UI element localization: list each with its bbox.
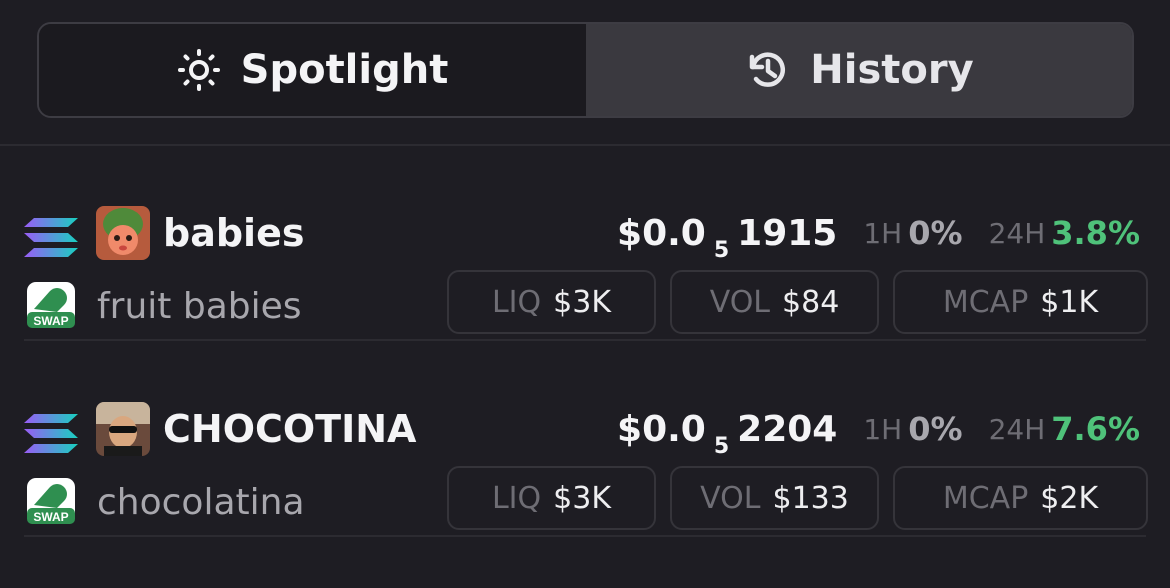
change-1h-label: 1H bbox=[863, 216, 903, 250]
swap-icon-label: SWAP bbox=[33, 510, 68, 524]
token-name: fruit babies bbox=[97, 286, 302, 327]
stat-market-cap-value: $1K bbox=[1040, 284, 1099, 320]
stat-liquidity-value: $3K bbox=[553, 284, 612, 320]
stat-liquidity-value: $3K bbox=[553, 480, 612, 516]
swap-icon: SWAP bbox=[24, 475, 78, 527]
solana-icon bbox=[24, 412, 78, 456]
price-zero-count: 5 bbox=[713, 433, 730, 459]
stat-liquidity: LIQ $3K bbox=[447, 466, 656, 530]
token-avatar bbox=[96, 206, 150, 260]
tab-bar: Spotlight History bbox=[37, 22, 1134, 118]
tab-history-label: History bbox=[810, 47, 974, 93]
price-line: $0.0 5 1915 1H 0% 24H 3.8% bbox=[617, 206, 1140, 263]
stat-market-cap: MCAP $2K bbox=[893, 466, 1148, 530]
change-24h-value: 3.8% bbox=[1051, 214, 1140, 252]
token-avatar bbox=[96, 402, 150, 456]
stat-volume-label: VOL bbox=[709, 284, 771, 320]
token-price: $0.0 5 2204 bbox=[617, 408, 838, 459]
row-divider bbox=[24, 339, 1146, 341]
change-1h-value: 0% bbox=[908, 410, 963, 448]
change-1h-value: 0% bbox=[908, 214, 963, 252]
swap-icon-label: SWAP bbox=[33, 314, 68, 328]
stat-volume-value: $133 bbox=[772, 480, 849, 516]
stat-liquidity-label: LIQ bbox=[491, 480, 542, 516]
change-1h-label: 1H bbox=[863, 412, 903, 446]
tab-spotlight[interactable]: Spotlight bbox=[39, 24, 586, 116]
token-price: $0.0 5 1915 bbox=[617, 212, 838, 263]
change-24h-label: 24H bbox=[988, 412, 1046, 446]
stat-volume-label: VOL bbox=[700, 480, 761, 516]
stat-market-cap-label: MCAP bbox=[942, 284, 1029, 320]
history-icon bbox=[744, 47, 790, 93]
token-row[interactable]: babies SWAP fruit babies $0.0 5 1915 1H … bbox=[0, 146, 1170, 341]
token-symbol: CHOCOTINA bbox=[163, 407, 417, 451]
stat-market-cap-value: $2K bbox=[1040, 480, 1099, 516]
solana-icon bbox=[24, 216, 78, 260]
price-line: $0.0 5 2204 1H 0% 24H 7.6% bbox=[617, 402, 1140, 459]
token-stats: LIQ $3K VOL $133 MCAP $2K bbox=[447, 466, 1148, 530]
stat-liquidity-label: LIQ bbox=[491, 284, 542, 320]
stat-market-cap: MCAP $1K bbox=[893, 270, 1148, 334]
tab-history[interactable]: History bbox=[586, 24, 1132, 116]
tab-bar-container: Spotlight History bbox=[0, 0, 1170, 146]
token-stats: LIQ $3K VOL $84 MCAP $1K bbox=[447, 270, 1148, 334]
price-prefix: $0.0 bbox=[617, 212, 706, 254]
token-name: chocolatina bbox=[97, 482, 305, 523]
stat-volume: VOL $84 bbox=[670, 270, 879, 334]
swap-icon: SWAP bbox=[24, 279, 78, 331]
stat-volume-value: $84 bbox=[782, 284, 840, 320]
price-zero-count: 5 bbox=[713, 237, 730, 263]
price-digits: 1915 bbox=[737, 212, 838, 254]
stat-liquidity: LIQ $3K bbox=[447, 270, 656, 334]
sun-icon bbox=[177, 48, 221, 92]
tab-spotlight-label: Spotlight bbox=[240, 47, 449, 93]
price-prefix: $0.0 bbox=[617, 408, 706, 450]
token-symbol: babies bbox=[163, 211, 305, 255]
stat-market-cap-label: MCAP bbox=[942, 480, 1029, 516]
token-row[interactable]: CHOCOTINA SWAP chocolatina $0.0 5 2204 1… bbox=[0, 342, 1170, 537]
change-24h-label: 24H bbox=[988, 216, 1046, 250]
stat-volume: VOL $133 bbox=[670, 466, 879, 530]
price-digits: 2204 bbox=[737, 408, 838, 450]
change-24h-value: 7.6% bbox=[1051, 410, 1140, 448]
row-divider bbox=[24, 535, 1146, 537]
